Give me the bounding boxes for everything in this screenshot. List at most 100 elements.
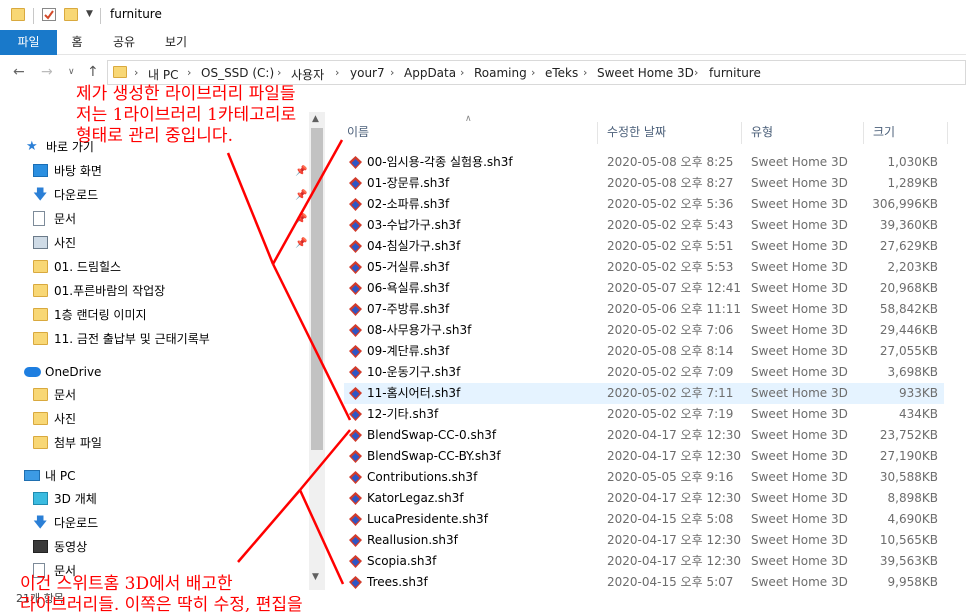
file-size: 27,629KB: [879, 239, 938, 253]
file-date: 2020-04-17 오후 12:30: [607, 554, 742, 568]
breadcrumb-separator: ›: [187, 66, 192, 79]
breadcrumb-sweet-home-3d[interactable]: Sweet Home 3D: [597, 66, 694, 80]
file-size: 30,588KB: [879, 470, 938, 484]
back-arrow-icon[interactable]: ←: [13, 64, 25, 80]
file-date: 2020-05-02 오후 5:53: [607, 260, 734, 274]
sweet-home-3d-icon: [349, 219, 362, 232]
column-header-name[interactable]: 이름: [347, 118, 369, 148]
file-row[interactable]: BlendSwap-CC-BY.sh3f 2020-04-17 오후 12:30 S…: [344, 446, 944, 467]
file-type: Sweet Home 3D: [751, 428, 848, 442]
new-folder-icon[interactable]: [64, 8, 78, 21]
file-name: 03-수납가구.sh3f: [367, 218, 461, 232]
file-type: Sweet Home 3D: [751, 344, 848, 358]
file-row[interactable]: Contributions.sh3f 2020-05-05 오후 9:16 Swee…: [344, 467, 944, 488]
tab-share[interactable]: 공유: [106, 30, 142, 55]
file-date: 2020-04-15 오후 5:08: [607, 512, 734, 526]
properties-icon[interactable]: [42, 8, 56, 21]
title-bar: ▼ furniture: [0, 0, 966, 30]
file-date: 2020-05-08 오후 8:14: [607, 344, 734, 358]
file-row[interactable]: Reallusion.sh3f 2020-04-17 오후 12:30 Sweet …: [344, 530, 944, 551]
file-row[interactable]: 03-수납가구.sh3f 2020-05-02 오후 5:43 Sweet Home…: [344, 215, 944, 236]
cube-icon: [33, 492, 48, 505]
file-size: 27,190KB: [879, 449, 938, 463]
column-header-size[interactable]: 크기: [873, 118, 895, 148]
breadcrumb-eteks[interactable]: eTeks: [545, 66, 578, 80]
scroll-up-icon[interactable]: ▲: [312, 114, 319, 124]
nav-scrollbar[interactable]: ▲ ▼: [309, 112, 325, 590]
file-row[interactable]: 09-계단류.sh3f 2020-05-08 오후 8:14 Sweet Home …: [344, 341, 944, 362]
file-list: ∧ 이름 수정한 날짜 유형 크기 00-임시용-각종 실험용.sh3f 2020…: [338, 114, 966, 593]
chevron-down-icon[interactable]: ▼: [86, 9, 93, 19]
sweet-home-3d-icon: [349, 198, 362, 211]
file-row[interactable]: 10-운동기구.sh3f 2020-05-02 오후 7:09 Sweet Home…: [344, 362, 944, 383]
annotation-bottom: 이건 스위트홈 3D에서 배고한 라이브러리들. 이쪽은 딱히 수정, 편집을: [20, 574, 303, 612]
file-row[interactable]: 05-거실류.sh3f 2020-05-02 오후 5:53 Sweet Home …: [344, 257, 944, 278]
tab-file[interactable]: 파일: [0, 30, 57, 55]
file-size: 27,055KB: [879, 344, 938, 358]
file-row[interactable]: 11-홈시어터.sh3f 2020-05-02 오후 7:11 Sweet Home…: [344, 383, 944, 404]
file-size: 434KB: [898, 407, 938, 421]
address-bar[interactable]: › 내 PC › OS_SSD (C:) › 사용자 › your7 › App…: [107, 60, 966, 85]
breadcrumb-separator: ›: [583, 66, 588, 79]
tab-home[interactable]: 홈: [62, 30, 92, 55]
file-row[interactable]: Scopia.sh3f 2020-04-17 오후 12:30 Sweet Home…: [344, 551, 944, 572]
file-row[interactable]: Trees.sh3f 2020-04-15 오후 5:07 Sweet Home 3…: [344, 572, 944, 593]
file-date: 2020-05-02 오후 5:51: [607, 239, 734, 253]
sweet-home-3d-icon: [349, 345, 362, 358]
scrollbar-thumb[interactable]: [311, 128, 323, 450]
pin-icon[interactable]: 📌: [295, 166, 307, 177]
breadcrumb-separator: ›: [531, 66, 536, 79]
up-arrow-icon[interactable]: ↑: [87, 64, 99, 80]
breadcrumb-furniture[interactable]: furniture: [709, 66, 761, 80]
breadcrumb-drive[interactable]: OS_SSD (C:): [201, 66, 274, 80]
file-size: 29,446KB: [879, 323, 938, 337]
breadcrumb-user[interactable]: your7: [350, 66, 385, 80]
column-divider[interactable]: [947, 122, 948, 144]
file-row[interactable]: 01-장문류.sh3f 2020-05-08 오후 8:27 Sweet Home …: [344, 173, 944, 194]
file-row[interactable]: 02-소파류.sh3f 2020-05-02 오후 5:36 Sweet Home …: [344, 194, 944, 215]
cloud-icon: [24, 367, 41, 377]
forward-arrow-icon[interactable]: →: [41, 64, 53, 80]
file-type: Sweet Home 3D: [751, 575, 848, 589]
file-date: 2020-05-02 오후 5:36: [607, 197, 734, 211]
file-type: Sweet Home 3D: [751, 239, 848, 253]
pin-icon[interactable]: 📌: [295, 214, 307, 225]
pin-icon[interactable]: 📌: [295, 238, 307, 249]
file-row[interactable]: 04-침실가구.sh3f 2020-05-02 오후 5:51 Sweet Home…: [344, 236, 944, 257]
pin-icon[interactable]: 📌: [295, 190, 307, 201]
file-type: Sweet Home 3D: [751, 449, 848, 463]
file-name: 07-주방류.sh3f: [367, 302, 450, 316]
file-row[interactable]: LucaPresidente.sh3f 2020-04-15 오후 5:08 Swe…: [344, 509, 944, 530]
file-row[interactable]: 06-욕실류.sh3f 2020-05-07 오후 12:41 Sweet Home…: [344, 278, 944, 299]
column-header-date[interactable]: 수정한 날짜: [607, 118, 666, 148]
folder-icon: [33, 260, 48, 273]
column-divider[interactable]: [863, 122, 864, 144]
file-name: Trees.sh3f: [367, 575, 428, 589]
file-row[interactable]: KatorLegaz.sh3f 2020-04-17 오후 12:30 Sweet …: [344, 488, 944, 509]
sweet-home-3d-icon: [349, 576, 362, 589]
file-row[interactable]: BlendSwap-CC-0.sh3f 2020-04-17 오후 12:30 Sw…: [344, 425, 944, 446]
file-type: Sweet Home 3D: [751, 155, 848, 169]
file-type: Sweet Home 3D: [751, 176, 848, 190]
breadcrumb-appdata[interactable]: AppData: [404, 66, 456, 80]
tab-view[interactable]: 보기: [158, 30, 194, 55]
file-row[interactable]: 00-임시용-각종 실험용.sh3f 2020-05-08 오후 8:25 Swee…: [344, 152, 944, 173]
sweet-home-3d-icon: [349, 387, 362, 400]
file-type: Sweet Home 3D: [751, 386, 848, 400]
sweet-home-3d-icon: [349, 408, 362, 421]
file-row[interactable]: 07-주방류.sh3f 2020-05-06 오후 11:11 Sweet Home…: [344, 299, 944, 320]
file-row[interactable]: 08-사무용가구.sh3f 2020-05-02 오후 7:06 Sweet Hom…: [344, 320, 944, 341]
breadcrumb-this-pc[interactable]: 내 PC: [148, 66, 178, 83]
column-header-type[interactable]: 유형: [751, 118, 773, 148]
breadcrumb-roaming[interactable]: Roaming: [474, 66, 527, 80]
breadcrumb-separator: ›: [390, 66, 395, 79]
breadcrumb-users[interactable]: 사용자: [291, 66, 324, 83]
recent-chevron-icon[interactable]: ∨: [68, 67, 75, 77]
scroll-down-icon[interactable]: ▼: [312, 572, 319, 582]
file-name: 11-홈시어터.sh3f: [367, 386, 461, 400]
column-divider[interactable]: [597, 122, 598, 144]
column-divider[interactable]: [741, 122, 742, 144]
file-size: 4,690KB: [887, 512, 938, 526]
file-row[interactable]: 12-기타.sh3f 2020-05-02 오후 7:19 Sweet Home 3…: [344, 404, 944, 425]
file-type: Sweet Home 3D: [751, 218, 848, 232]
